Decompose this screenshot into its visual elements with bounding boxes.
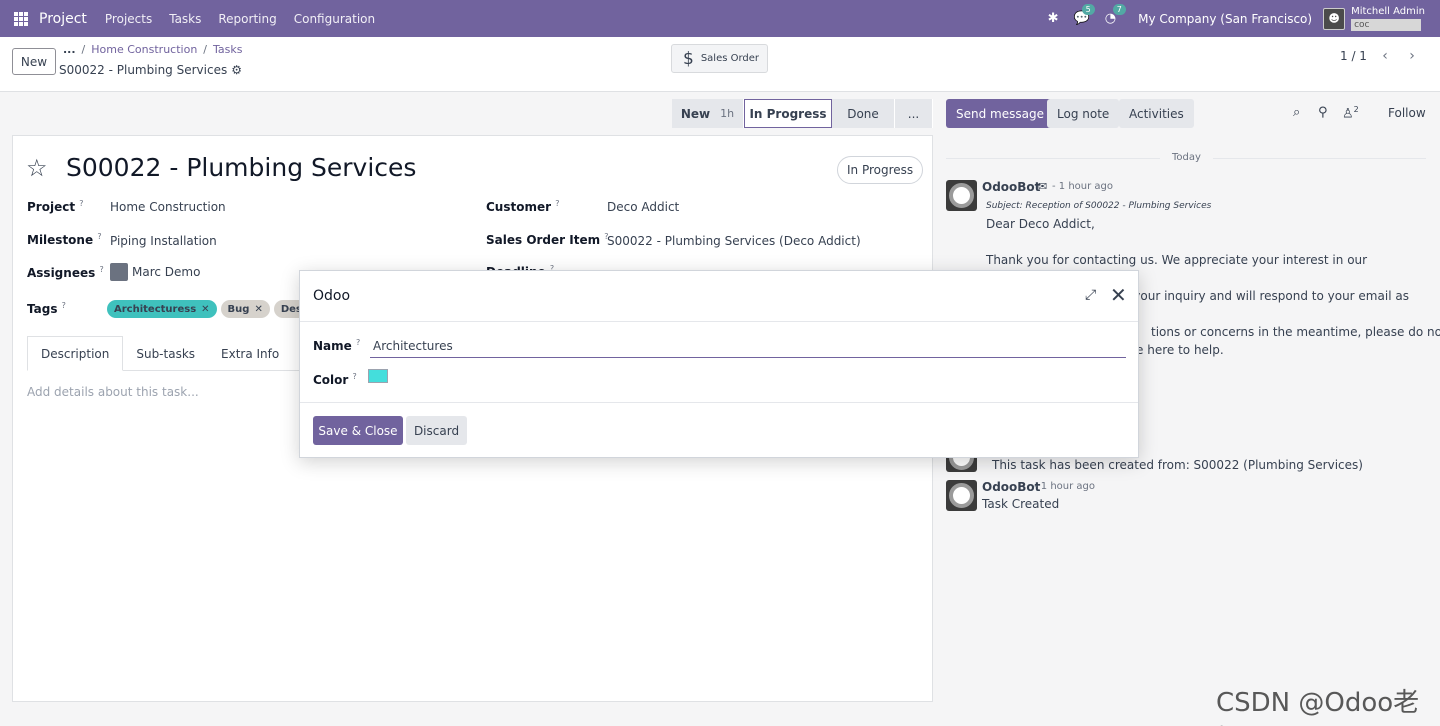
discard-button[interactable]: Discard — [406, 416, 467, 445]
expand-icon[interactable]: ⤢ — [1085, 287, 1096, 303]
close-icon[interactable]: ✕ — [1110, 283, 1127, 307]
save-close-button[interactable]: Save & Close — [313, 416, 403, 445]
tag-name-input[interactable] — [370, 335, 1126, 358]
color-label: Color ? — [313, 372, 357, 387]
dialog-header-divider — [300, 321, 1138, 322]
name-label: Name ? — [313, 338, 361, 353]
dialog-footer-divider — [300, 402, 1138, 403]
tag-dialog: Odoo ⤢ ✕ Name ? Color ? Save & Close Dis… — [299, 270, 1139, 458]
watermark: CSDN @Odoo老杨 — [1216, 688, 1420, 726]
dialog-title: Odoo — [313, 288, 351, 304]
color-picker[interactable] — [368, 369, 388, 383]
